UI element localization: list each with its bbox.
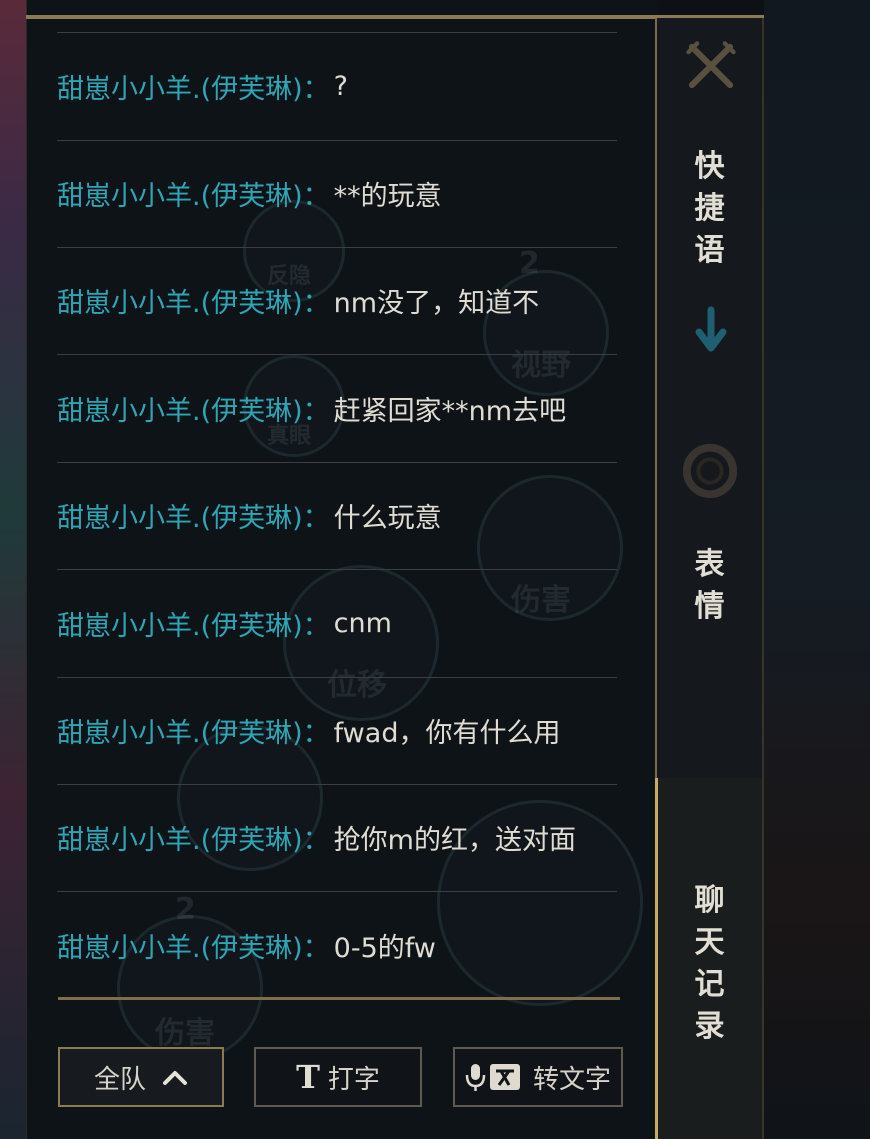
side-tab-column: 快 捷 语 表 情 聊 天 记 录: [655, 18, 764, 1139]
chat-message: 甜崽小小羊.(伊芙琳)： nm没了，知道不: [57, 247, 617, 355]
chat-sender: 甜崽小小羊.(伊芙琳)：: [57, 74, 330, 105]
chat-divider: [58, 997, 620, 1000]
tab-emote-char: 情: [694, 589, 725, 624]
chat-sender: 甜崽小小羊.(伊芙琳)：: [57, 288, 330, 319]
chat-message: 甜崽小小羊.(伊芙琳)： cnm: [57, 570, 617, 678]
chat-text: 什么玩意: [333, 503, 442, 534]
chat-text: 抢你m的红，送对面: [333, 825, 576, 856]
chat-message: 甜崽小小羊.(伊芙琳)： **的玩意: [57, 140, 617, 248]
chat-sender: 甜崽小小羊.(伊芙琳)：: [57, 933, 330, 964]
chat-text: 0-5的fw: [333, 933, 436, 964]
chat-text: fwad，你有什么用: [333, 718, 561, 749]
type-text-button[interactable]: T 打字: [254, 1047, 422, 1107]
team-channel-label: 全队: [93, 1064, 146, 1095]
arrow-down-icon: [695, 306, 727, 352]
chat-sender: 甜崽小小羊.(伊芙琳)：: [57, 825, 330, 856]
tab-emote[interactable]: 表 情: [657, 544, 762, 628]
chat-message: 甜崽小小羊.(伊芙琳)： 赶紧回家**nm去吧: [57, 355, 617, 463]
tab-chat-log-char: 聊: [694, 883, 725, 918]
chevron-up-icon: [163, 1071, 187, 1085]
tab-chat-log[interactable]: 聊 天 记 录: [657, 880, 762, 1048]
chat-sender: 甜崽小小羊.(伊芙琳)：: [57, 503, 330, 534]
tab-emote-char: 表: [694, 547, 725, 582]
tab-chat-log-char: 记: [694, 967, 725, 1002]
chat-panel: 反隐 视野 真眼 伤害 位移 伤害 2 2 甜崽小小羊.(伊芙琳)： ? 甜崽小…: [26, 0, 657, 1139]
chat-message: 甜崽小小羊.(伊芙琳)： ?: [57, 32, 617, 141]
chat-message: 甜崽小小羊.(伊芙琳)： 抢你m的红，送对面: [57, 784, 617, 892]
game-chat-overlay: 反隐 视野 真眼 伤害 位移 伤害 2 2 甜崽小小羊.(伊芙琳)： ? 甜崽小…: [0, 0, 870, 1139]
tab-quick-phrase-char: 快: [694, 149, 725, 184]
voice-to-text-label: 转文字: [532, 1064, 611, 1095]
tab-chat-log-char: 天: [694, 925, 725, 960]
chat-message: 甜崽小小羊.(伊芙琳)： 什么玩意: [57, 462, 617, 570]
chat-sender: 甜崽小小羊.(伊芙琳)：: [57, 396, 330, 427]
chat-sender: 甜崽小小羊.(伊芙琳)：: [57, 611, 330, 642]
chat-sender: 甜崽小小羊.(伊芙琳)：: [57, 181, 330, 212]
team-channel-button[interactable]: 全队: [58, 1047, 224, 1107]
chat-text: ?: [333, 71, 348, 102]
chat-text: 赶紧回家**nm去吧: [333, 396, 567, 427]
chat-message: 甜崽小小羊.(伊芙琳)： 0-5的fw: [57, 892, 617, 999]
background-label: 伤害: [155, 1016, 215, 1051]
chat-text: nm没了，知道不: [333, 288, 540, 319]
lifebuoy-icon: [682, 443, 738, 499]
voice-to-text-button[interactable]: 转文字: [453, 1047, 623, 1107]
type-text-label: 打字: [327, 1064, 380, 1095]
mic-translate-icon: [465, 1064, 520, 1091]
tab-chat-log-char: 录: [694, 1009, 725, 1044]
tab-quick-phrase[interactable]: 快 捷 语: [657, 146, 762, 272]
game-background-left: [0, 0, 26, 1139]
chat-sender: 甜崽小小羊.(伊芙琳)：: [57, 718, 330, 749]
text-t-icon: T: [296, 1058, 320, 1096]
tab-quick-phrase-char: 捷: [694, 191, 725, 226]
tab-quick-phrase-char: 语: [694, 233, 725, 268]
chat-text: cnm: [333, 608, 392, 639]
panel-top-border: [26, 15, 764, 19]
chat-text: **的玩意: [333, 181, 442, 212]
crossed-swords-icon: [686, 41, 736, 89]
game-background-right: [764, 0, 870, 1139]
chat-message: 甜崽小小羊.(伊芙琳)： fwad，你有什么用: [57, 677, 617, 785]
